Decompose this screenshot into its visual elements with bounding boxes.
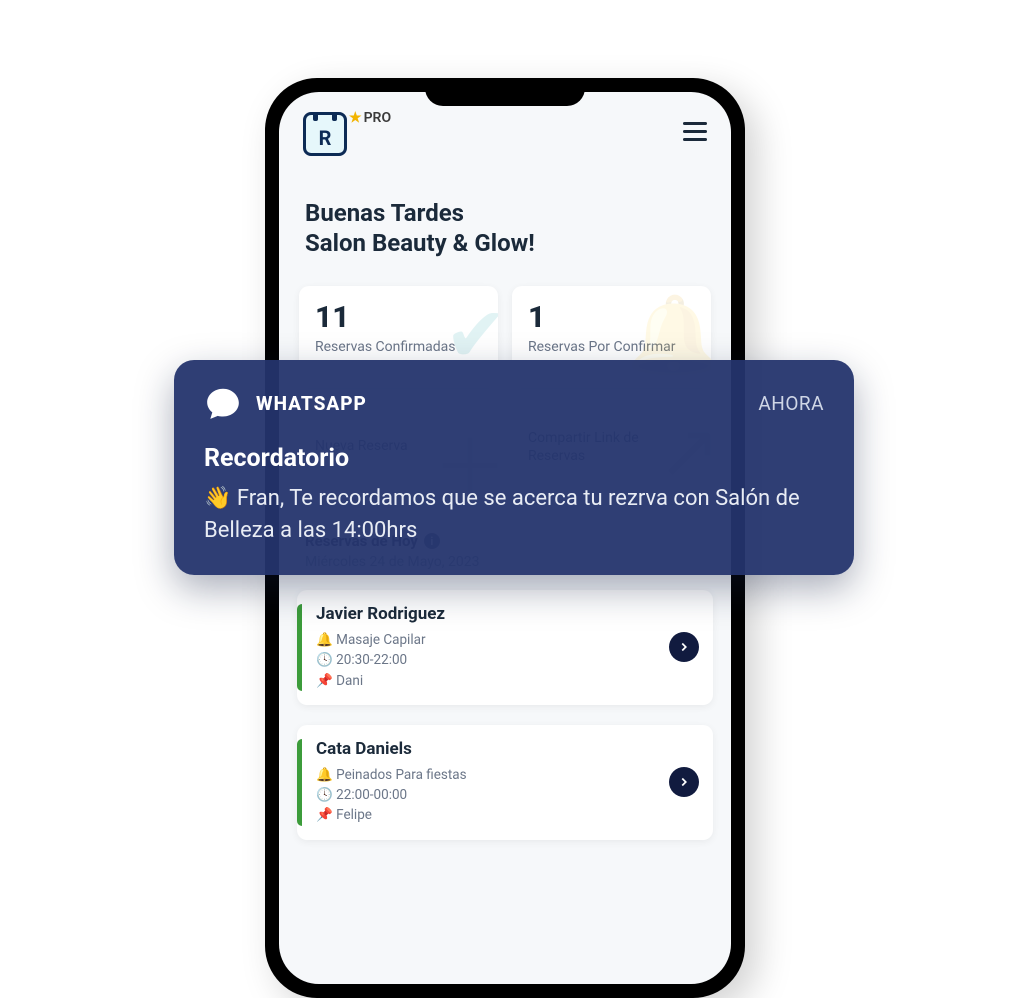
notification-body: 👋 Fran, Te recordamos que se acerca tu r… [204,483,824,547]
reservation-time: 🕓 20:30-22:00 [316,650,669,670]
greeting-line2: Salon Beauty & Glow! [305,228,705,258]
open-reservation-button[interactable] [669,632,699,662]
notification-banner[interactable]: WHATSAPP AHORA Recordatorio 👋 Fran, Te r… [174,360,854,575]
app-logo[interactable]: R [303,112,347,156]
clock-icon: 🕓 [316,652,333,668]
notification-time: AHORA [758,392,824,415]
logo-area: R ★ PRO [303,112,391,156]
phone-notch [425,78,585,106]
notification-app-name: WHATSAPP [256,392,367,415]
reservation-service: 🔔 Peinados Para fiestas [316,765,669,785]
reservation-item[interactable]: Javier Rodriguez 🔔 Masaje Capilar 🕓 20:3… [297,590,713,705]
pro-label: PRO [364,110,392,126]
notification-title: Recordatorio [204,444,824,473]
chat-bubble-icon [204,384,242,422]
pro-badge: ★ PRO [349,110,391,126]
pin-icon: 📌 [316,673,333,689]
reservation-name: Javier Rodriguez [316,604,669,624]
status-stripe [297,604,302,691]
chevron-right-icon [677,775,691,789]
clock-icon: 🕓 [316,787,333,803]
reservation-staff: 📌 Dani [316,671,669,691]
reservation-service: 🔔 Masaje Capilar [316,630,669,650]
pin-icon: 📌 [316,807,333,823]
reservation-staff: 📌 Felipe [316,805,669,825]
bell-icon: 🔔 [316,767,333,783]
app-header: R ★ PRO [297,106,713,158]
status-stripe [297,739,302,826]
menu-icon[interactable] [683,122,707,141]
confirmed-count: 11 [315,300,482,335]
pending-label: Reservas Por Confirmar [528,339,695,357]
pending-count: 1 [528,300,695,335]
greeting-text: Buenas Tardes Salon Beauty & Glow! [297,198,713,258]
star-icon: ★ [349,110,362,126]
reservation-name: Cata Daniels [316,739,669,759]
reservation-time: 🕓 22:00-00:00 [316,785,669,805]
chevron-right-icon [677,640,691,654]
open-reservation-button[interactable] [669,767,699,797]
reservation-item[interactable]: Cata Daniels 🔔 Peinados Para fiestas 🕓 2… [297,725,713,840]
notification-header: WHATSAPP AHORA [204,384,824,422]
confirmed-label: Reservas Confirmadas [315,339,482,357]
bell-icon: 🔔 [316,632,333,648]
greeting-line1: Buenas Tardes [305,198,705,228]
